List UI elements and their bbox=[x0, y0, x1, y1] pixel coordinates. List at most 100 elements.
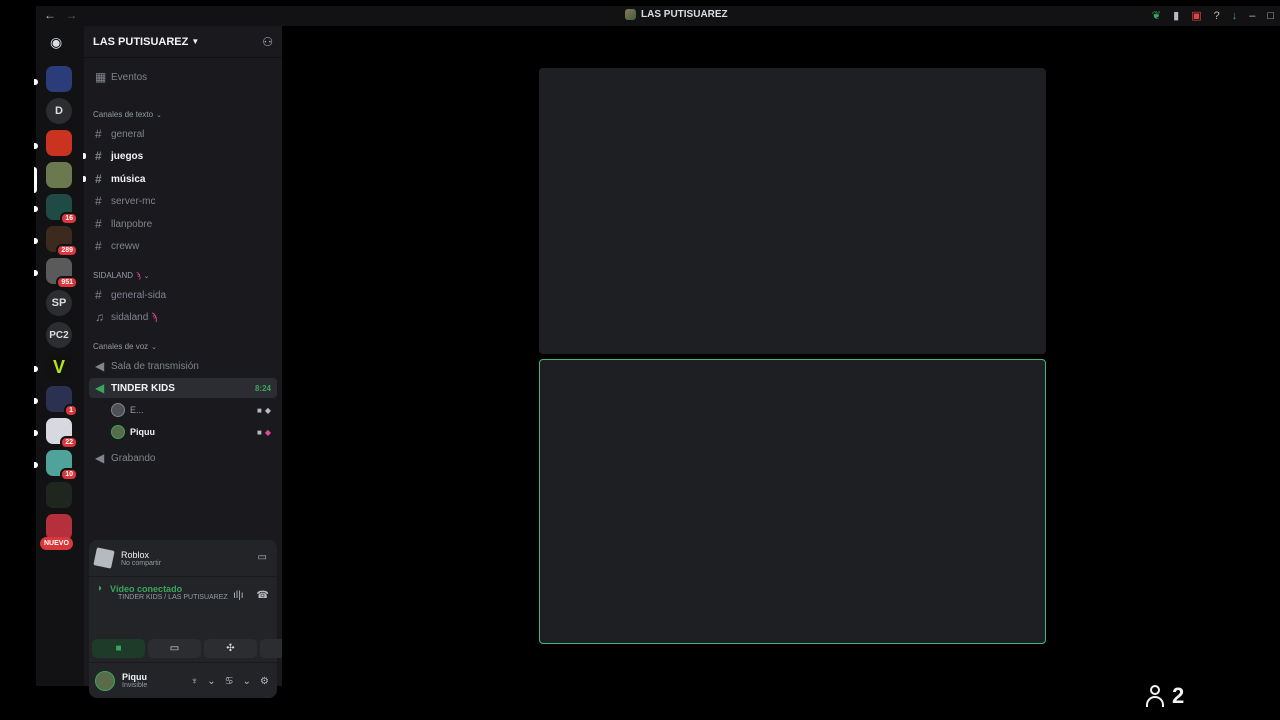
voice-action-buttons: ■ ▭ ✣ ✺ bbox=[92, 639, 313, 658]
events-item[interactable]: ▦ Eventos bbox=[89, 67, 277, 87]
ribbon-emoji-icon: ϡ bbox=[136, 271, 141, 280]
hash-icon: # bbox=[95, 172, 102, 186]
category-voice-channels[interactable]: Canales de voz ⌄ bbox=[93, 342, 157, 351]
server-thumbnail-icon bbox=[625, 9, 636, 20]
server-icon-sp[interactable]: SP bbox=[46, 290, 72, 316]
selected-indicator bbox=[34, 167, 37, 193]
speaker-active-icon: ◀ bbox=[95, 381, 105, 395]
microphone-icon[interactable]: ♆ bbox=[191, 676, 199, 687]
screen-share-icon[interactable]: ▭ bbox=[258, 552, 267, 563]
voice-user-e[interactable]: E... ■ ◆ bbox=[111, 400, 277, 420]
server-icon-d[interactable]: D bbox=[46, 98, 72, 124]
server-icon-gray[interactable]: 951 bbox=[46, 258, 78, 289]
mention-badge: 1 bbox=[64, 404, 78, 417]
hash-icon: # bbox=[95, 288, 102, 302]
headphones-icon[interactable]: ♋ bbox=[225, 676, 234, 687]
voice-channel-tinder-kids[interactable]: ◀ TINDER KIDS 8:24 bbox=[89, 378, 277, 398]
mention-badge: 951 bbox=[56, 276, 78, 289]
voice-channel-grabando[interactable]: ◀ Grabando bbox=[89, 448, 277, 468]
unread-indicator bbox=[34, 398, 38, 404]
maximize-icon[interactable]: □ bbox=[1267, 10, 1274, 22]
channel-sidaland[interactable]: ♫ sidaland ϡ bbox=[89, 307, 277, 327]
back-arrow-icon[interactable]: ← bbox=[44, 8, 56, 22]
voice-channel-sala[interactable]: ◀ Sala de transmisión bbox=[89, 356, 277, 376]
chevron-down-icon[interactable]: ⌄ bbox=[243, 676, 251, 687]
voice-user-name: Piquu bbox=[130, 427, 155, 437]
server-header[interactable]: LAS PUTISUAREZ ▼ ⚇ bbox=[84, 26, 282, 58]
unread-indicator bbox=[34, 430, 38, 436]
person-head bbox=[1150, 685, 1160, 695]
server-rail: ◉ D 16 289 951 SP PC2 V 1 22 10 NUEVO bbox=[34, 26, 84, 686]
speaker-icon: ◀ bbox=[95, 359, 105, 373]
user-controls: ♆ ⌄ ♋ ⌄ ⚙ bbox=[191, 676, 269, 687]
screen-share-icon: ▭ bbox=[169, 643, 180, 654]
chevron-down-icon: ⌄ bbox=[156, 111, 162, 119]
bookmark-icon[interactable]: ▮ bbox=[1173, 9, 1179, 22]
channel-label: general-sida bbox=[111, 289, 167, 301]
channel-label: sidaland bbox=[111, 311, 149, 323]
voice-user-name: E... bbox=[130, 405, 144, 415]
disconnect-icon[interactable]: ☎ bbox=[257, 590, 269, 601]
download-icon[interactable]: ↓ bbox=[1232, 10, 1238, 22]
unread-indicator bbox=[83, 176, 86, 182]
channel-server-mc[interactable]: # server-mc bbox=[89, 191, 277, 211]
server-icon-current[interactable] bbox=[46, 162, 72, 188]
activities-icon: ✣ bbox=[226, 643, 235, 654]
events-label: Eventos bbox=[111, 71, 148, 83]
window-title-text: LAS PUTISUAREZ bbox=[641, 9, 728, 20]
help-icon[interactable]: ? bbox=[1214, 10, 1220, 22]
mention-badge: 16 bbox=[60, 212, 78, 225]
user-info[interactable]: Piquu Invisible bbox=[122, 672, 147, 689]
server-icon-dark[interactable] bbox=[46, 482, 72, 508]
channel-label: creww bbox=[111, 240, 140, 252]
window-title: LAS PUTISUAREZ bbox=[625, 9, 728, 20]
channel-juegos[interactable]: # juegos bbox=[83, 146, 277, 166]
server-icon-sd[interactable] bbox=[46, 66, 72, 92]
voice-user-piquu[interactable]: Piquu ■ ◆ bbox=[111, 422, 277, 442]
gear-icon[interactable]: ⚙ bbox=[260, 676, 269, 687]
mention-badge: 289 bbox=[56, 244, 78, 257]
roblox-logo-icon bbox=[93, 547, 115, 569]
channel-creww[interactable]: # creww bbox=[89, 236, 277, 256]
discord-logo-icon[interactable]: ◉ bbox=[50, 34, 62, 51]
forward-arrow-icon[interactable]: → bbox=[65, 8, 77, 22]
video-tile[interactable] bbox=[539, 68, 1046, 354]
activity-info: Roblox No compartir bbox=[121, 550, 161, 567]
video-camera-icon: ■ bbox=[257, 427, 262, 437]
channel-musica[interactable]: # música bbox=[83, 169, 277, 189]
channel-general-sida[interactable]: # general-sida bbox=[89, 285, 277, 305]
mention-badge: 10 bbox=[60, 468, 78, 481]
server-icon-white[interactable]: 22 bbox=[46, 418, 78, 449]
server-icon-navy[interactable]: 1 bbox=[46, 386, 78, 417]
minimize-icon[interactable]: – bbox=[1249, 10, 1255, 22]
channel-general[interactable]: # general bbox=[89, 124, 277, 144]
avatar[interactable] bbox=[95, 670, 115, 691]
roblox-activity-icon: ◆ bbox=[264, 427, 271, 437]
activities-button[interactable]: ✣ bbox=[204, 639, 257, 658]
server-icon-pc2[interactable]: PC2 bbox=[46, 322, 72, 348]
server-icon-teal[interactable]: 16 bbox=[46, 194, 78, 225]
server-icon-mint[interactable]: 10 bbox=[46, 450, 78, 481]
unread-indicator bbox=[34, 270, 38, 276]
invite-people-icon[interactable]: ⚇ bbox=[262, 35, 273, 49]
video-camera-icon: ■ bbox=[115, 643, 122, 654]
category-text-channels[interactable]: Canales de texto ⌄ bbox=[93, 110, 162, 119]
nitro-leaf-icon[interactable]: ❦ bbox=[1152, 9, 1161, 22]
share-screen-button[interactable]: ▭ bbox=[148, 639, 201, 658]
video-tile-speaking[interactable] bbox=[539, 359, 1046, 644]
server-icon-red[interactable] bbox=[46, 130, 72, 156]
camera-button[interactable]: ■ bbox=[92, 639, 145, 658]
category-sidaland[interactable]: SIDALAND ϡ ⌄ bbox=[93, 271, 150, 280]
voice-timer: 8:24 bbox=[254, 383, 271, 393]
inbox-icon[interactable]: ▣ bbox=[1191, 9, 1201, 22]
chevron-down-icon[interactable]: ⌄ bbox=[207, 676, 215, 687]
server-icon-brown[interactable]: 289 bbox=[46, 226, 78, 257]
unread-indicator bbox=[83, 153, 86, 159]
server-icon-v[interactable]: V bbox=[46, 354, 72, 380]
voice-user-tags: ■ ◆ bbox=[257, 428, 271, 437]
title-bar: ← → LAS PUTISUAREZ ❦ ▮ ▣ ? ↓ – □ bbox=[36, 6, 1280, 26]
hash-icon: # bbox=[95, 239, 102, 253]
channel-llanpobre[interactable]: # llanpobre bbox=[89, 214, 277, 234]
channel-label: TINDER KIDS bbox=[111, 382, 175, 394]
noise-suppression-icon[interactable]: ıl|ı bbox=[233, 590, 243, 601]
